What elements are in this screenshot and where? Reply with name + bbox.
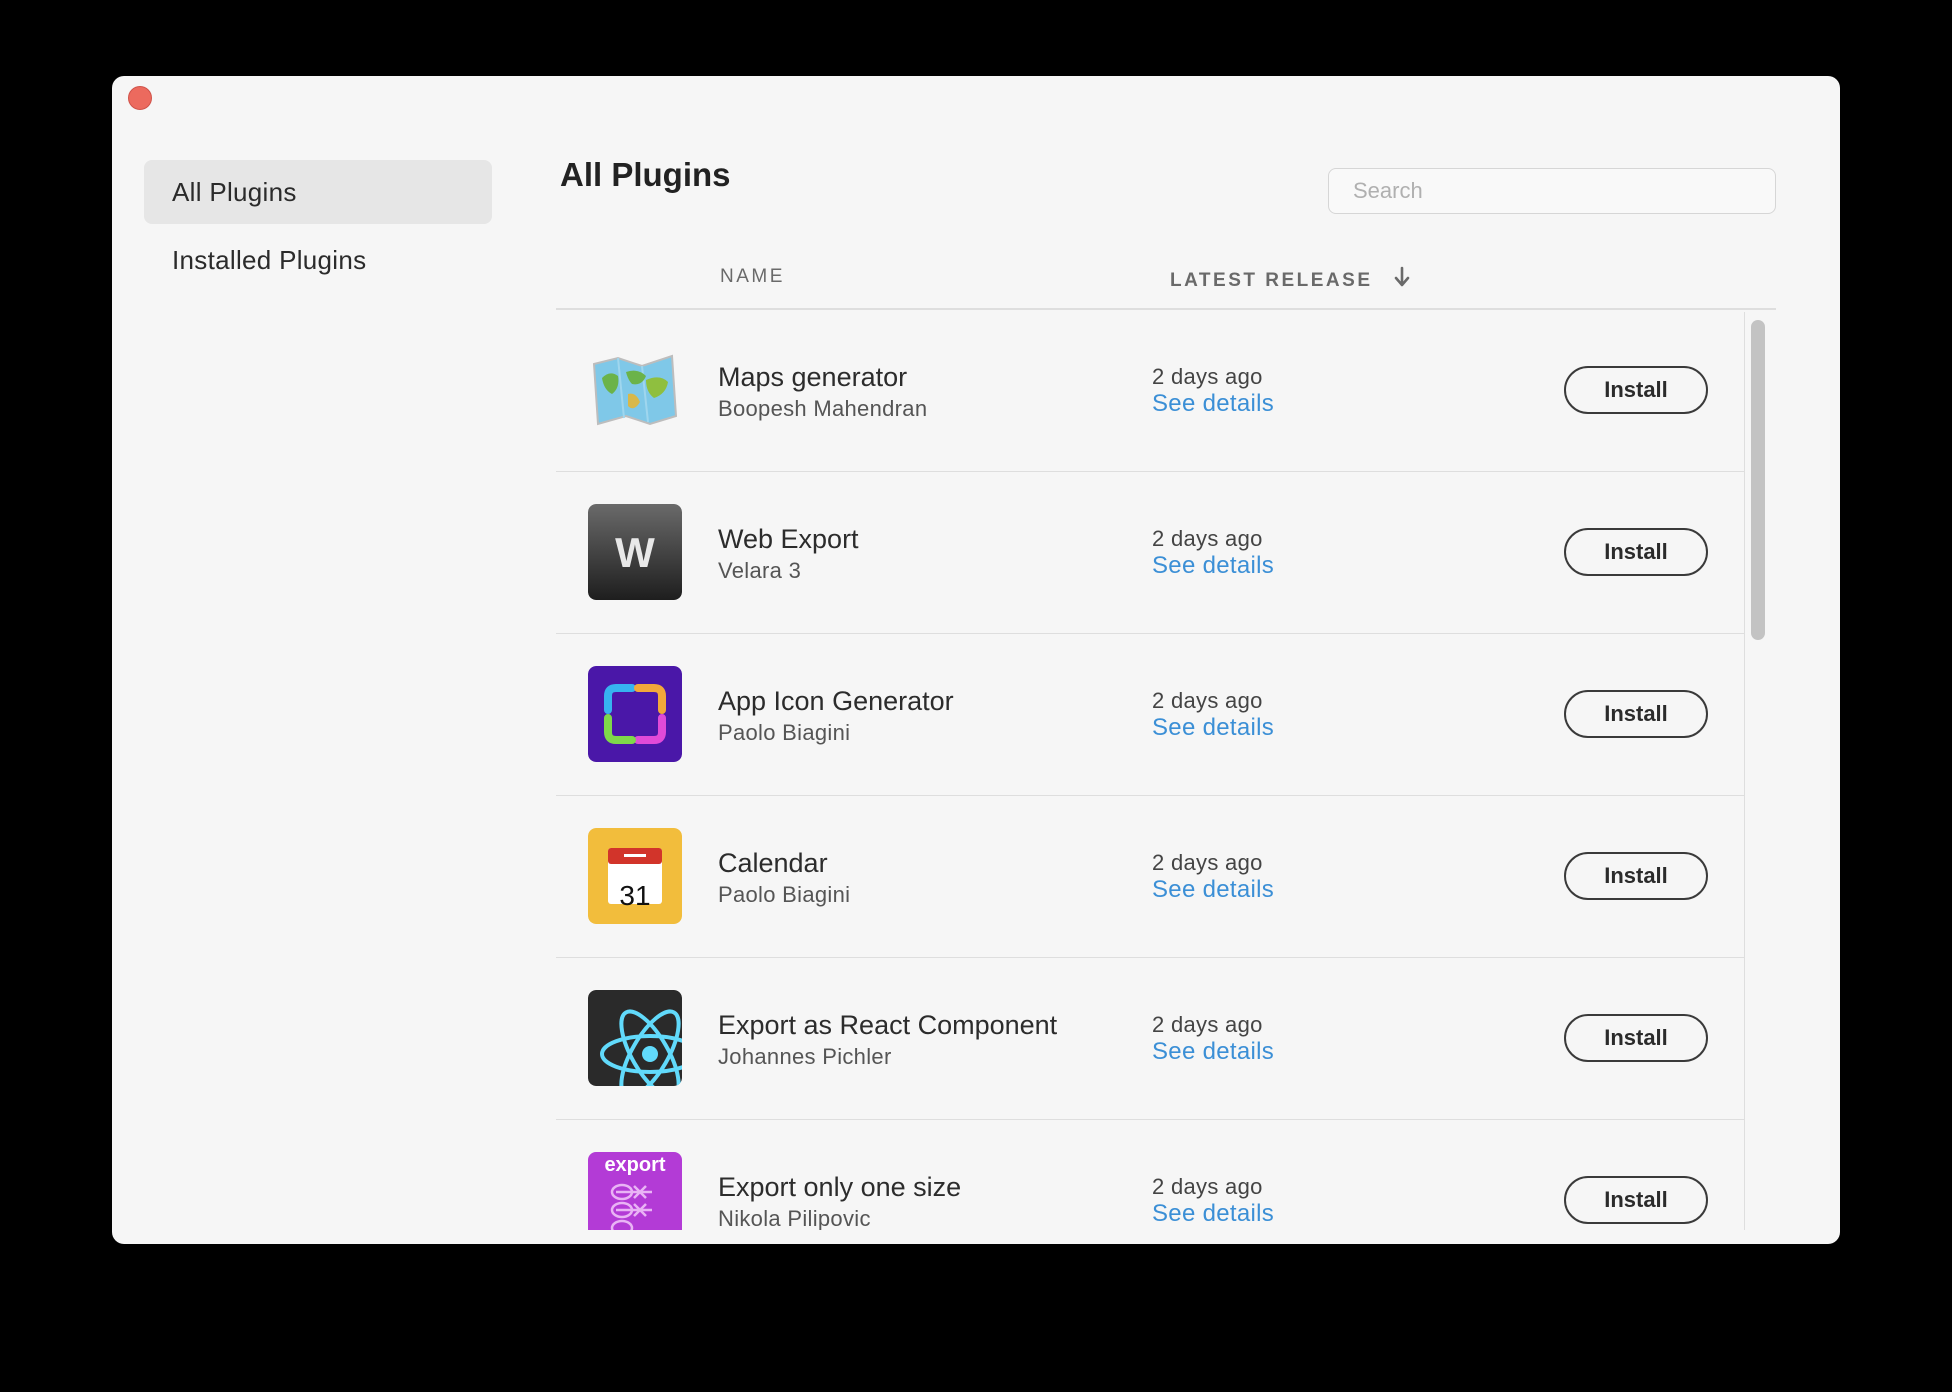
plugin-row: export Export only one size Nikola Pilip… [556, 1120, 1744, 1230]
plugin-list: Maps generator Boopesh Mahendran 2 days … [556, 310, 1744, 1230]
plugin-name: Calendar [718, 848, 828, 878]
sidebar: All Plugins Installed Plugins [144, 160, 492, 296]
svg-text:W: W [615, 529, 655, 576]
see-details-link[interactable]: See details [1152, 714, 1274, 742]
see-details-link[interactable]: See details [1152, 876, 1274, 904]
plugin-release-date: 2 days ago [1152, 688, 1263, 713]
plugin-row: 31 Calendar Paolo Biagini 2 days ago See… [556, 796, 1744, 958]
plugin-name: Maps generator [718, 362, 908, 392]
install-button[interactable]: Install [1564, 1176, 1708, 1224]
plugin-author: Paolo Biagini [718, 882, 851, 907]
install-button[interactable]: Install [1564, 852, 1708, 900]
column-header-name[interactable]: NAME [720, 266, 785, 288]
see-details-link[interactable]: See details [1152, 552, 1274, 580]
sidebar-item-installed-plugins[interactable]: Installed Plugins [144, 228, 492, 292]
folded-map-icon [588, 342, 682, 438]
plugin-author: Velara 3 [718, 558, 802, 583]
plugin-row: Maps generator Boopesh Mahendran 2 days … [556, 310, 1744, 472]
plugin-release-date: 2 days ago [1152, 364, 1263, 389]
install-button[interactable]: Install [1564, 690, 1708, 738]
column-header-latest-release-label: LATEST RELEASE [1170, 270, 1373, 291]
column-header-latest-release[interactable]: LATEST RELEASE [1170, 266, 1410, 292]
arrow-down-icon [1394, 266, 1410, 287]
plugin-name: App Icon Generator [718, 686, 954, 716]
install-button[interactable]: Install [1564, 366, 1708, 414]
calendar-day-text: 31 [619, 880, 651, 911]
plugin-name: Export as React Component [718, 1010, 1058, 1040]
plugin-author: Nikola Pilipovic [718, 1206, 871, 1230]
react-atom-icon [588, 990, 682, 1086]
plugin-release-date: 2 days ago [1152, 1012, 1263, 1037]
install-button[interactable]: Install [1564, 528, 1708, 576]
export-sizes-icon: export [588, 1152, 682, 1230]
plugin-row: W Web Export Velara 3 2 days ago See det… [556, 472, 1744, 634]
plugin-author: Johannes Pichler [718, 1044, 892, 1069]
plugin-row: Export as React Component Johannes Pichl… [556, 958, 1744, 1120]
plugin-author: Boopesh Mahendran [718, 396, 928, 421]
plugin-release-date: 2 days ago [1152, 526, 1263, 551]
scrollbar-thumb[interactable] [1751, 320, 1765, 640]
plugins-window: All Plugins Installed Plugins All Plugin… [112, 76, 1840, 1244]
install-button[interactable]: Install [1564, 1014, 1708, 1062]
plugin-name: Export only one size [718, 1172, 962, 1202]
w-letter-icon: W [588, 504, 682, 600]
window-close-button[interactable] [128, 86, 152, 110]
page-title: All Plugins [560, 156, 731, 193]
plugin-name: Web Export [718, 524, 859, 554]
plugin-release-date: 2 days ago [1152, 1174, 1263, 1199]
see-details-link[interactable]: See details [1152, 1200, 1274, 1228]
see-details-link[interactable]: See details [1152, 1038, 1274, 1066]
list-scrollbar[interactable] [1744, 312, 1770, 1230]
search-input[interactable] [1328, 168, 1776, 214]
sidebar-item-all-plugins[interactable]: All Plugins [144, 160, 492, 224]
plugin-release-date: 2 days ago [1152, 850, 1263, 875]
app-frame-icon [588, 666, 682, 762]
see-details-link[interactable]: See details [1152, 390, 1274, 418]
plugin-author: Paolo Biagini [718, 720, 851, 745]
plugin-row: App Icon Generator Paolo Biagini 2 days … [556, 634, 1744, 796]
